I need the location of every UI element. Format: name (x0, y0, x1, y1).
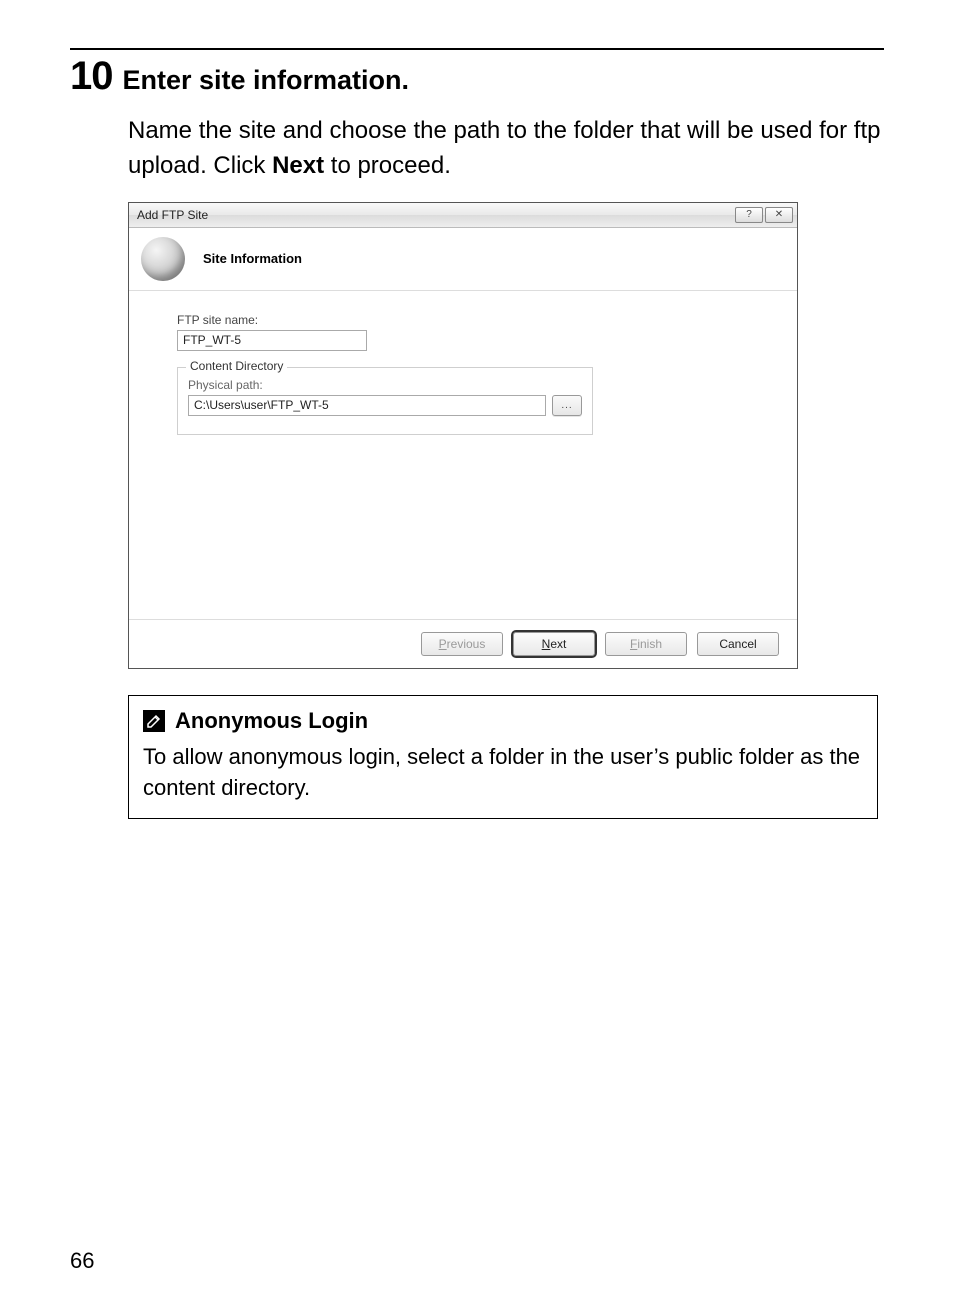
step-number: 10 (70, 56, 113, 96)
horizontal-rule (70, 48, 884, 50)
add-ftp-site-dialog: Add FTP Site ? ✕ Site Information FTP si… (128, 202, 798, 669)
ftp-site-name-label: FTP site name: (177, 313, 763, 327)
cancel-button[interactable]: Cancel (697, 632, 779, 656)
step-body: Name the site and choose the path to the… (128, 114, 884, 184)
help-icon[interactable]: ? (735, 207, 763, 223)
note-box: Anonymous Login To allow anonymous login… (128, 695, 878, 819)
finish-button: Finish (605, 632, 687, 656)
content-directory-legend: Content Directory (186, 359, 287, 373)
physical-path-input[interactable]: C:\Users\user\FTP_WT-5 (188, 395, 546, 416)
content-directory-group: Content Directory Physical path: C:\User… (177, 367, 593, 435)
dialog-title: Add FTP Site (137, 208, 208, 222)
dialog-header-title: Site Information (203, 251, 302, 266)
dialog-button-bar: Previous Next Finish Cancel (129, 619, 797, 668)
window-controls: ? ✕ (735, 207, 793, 223)
step-heading: 10 Enter site information. (70, 56, 884, 96)
step-body-bold: Next (272, 152, 324, 179)
note-body: To allow anonymous login, select a folde… (143, 742, 863, 804)
note-title: Anonymous Login (175, 706, 368, 737)
previous-button: Previous (421, 632, 503, 656)
dialog-body: FTP site name: FTP_WT-5 Content Director… (129, 291, 797, 619)
next-button[interactable]: Next (513, 632, 595, 656)
dialog-titlebar: Add FTP Site ? ✕ (129, 203, 797, 228)
ftp-site-name-input[interactable]: FTP_WT-5 (177, 330, 367, 351)
browse-button[interactable]: ... (552, 395, 582, 416)
step-body-post: to proceed. (324, 152, 451, 179)
physical-path-label: Physical path: (188, 378, 582, 392)
globe-icon (141, 237, 185, 281)
step-title: Enter site information. (123, 65, 410, 96)
step-body-pre: Name the site and choose the path to the… (128, 117, 880, 179)
close-icon[interactable]: ✕ (765, 207, 793, 223)
note-header: Anonymous Login (143, 706, 863, 737)
page-number: 66 (70, 1248, 94, 1274)
pencil-icon (143, 710, 165, 732)
dialog-header: Site Information (129, 228, 797, 291)
